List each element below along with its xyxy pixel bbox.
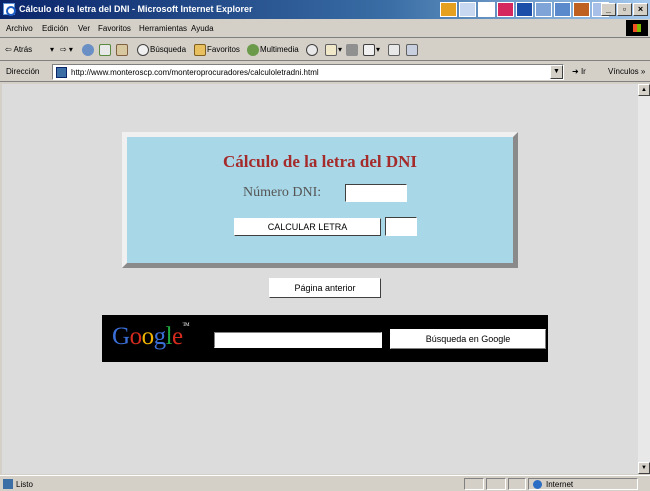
links-button[interactable]: Vínculos » bbox=[608, 67, 645, 76]
status-segment bbox=[486, 478, 506, 490]
page-icon bbox=[56, 67, 67, 78]
google-search-input[interactable] bbox=[214, 332, 382, 348]
tray-app-icon[interactable] bbox=[440, 2, 457, 17]
status-segment bbox=[464, 478, 484, 490]
google-logo-letters: Google bbox=[112, 323, 183, 350]
menu-ver[interactable]: Ver bbox=[78, 24, 90, 33]
google-logo-letter: G bbox=[112, 323, 130, 350]
tray-app-icon[interactable] bbox=[554, 2, 571, 17]
menu-bar: Archivo Edición Ver Favoritos Herramient… bbox=[0, 19, 650, 38]
tray-app-icon[interactable] bbox=[497, 2, 514, 17]
letter-output-field[interactable] bbox=[385, 217, 417, 236]
refresh-icon[interactable] bbox=[99, 44, 111, 56]
previous-page-button[interactable]: Página anterior bbox=[269, 278, 381, 298]
ie-icon bbox=[3, 3, 16, 16]
search-button[interactable]: Búsqueda bbox=[150, 45, 186, 54]
history-icon[interactable] bbox=[306, 44, 318, 56]
edit-icon[interactable] bbox=[363, 44, 375, 56]
google-search-button[interactable]: Búsqueda en Google bbox=[390, 329, 546, 349]
calculate-letter-button[interactable]: CALCULAR LETRA bbox=[234, 218, 381, 236]
google-logo-letter: o bbox=[141, 323, 155, 350]
minimize-button[interactable]: _ bbox=[601, 3, 616, 16]
globe-icon bbox=[533, 480, 542, 489]
page-viewport: Cálculo de la letra del DNI Número DNI: … bbox=[2, 84, 638, 474]
tray-app-icon[interactable] bbox=[478, 2, 495, 17]
status-text: Listo bbox=[16, 480, 33, 489]
tray-app-icon[interactable] bbox=[535, 2, 552, 17]
mail-icon[interactable] bbox=[325, 44, 337, 56]
back-dropdown-icon[interactable]: ▾ bbox=[50, 45, 54, 54]
menu-archivo[interactable]: Archivo bbox=[6, 24, 33, 33]
tray-app-icon[interactable] bbox=[516, 2, 533, 17]
edit-dropdown-icon[interactable]: ▾ bbox=[376, 45, 380, 54]
tray-app-icon[interactable] bbox=[459, 2, 476, 17]
address-url[interactable]: http://www.monteroscp.com/monteroprocura… bbox=[71, 68, 319, 77]
google-search-box: GoogleTM Búsqueda en Google bbox=[102, 315, 548, 362]
google-trademark: TM bbox=[182, 323, 190, 328]
google-logo-letter: e bbox=[172, 323, 183, 350]
page-status-icon bbox=[3, 479, 13, 489]
dni-label: Número DNI: bbox=[243, 185, 322, 200]
favorites-button[interactable]: Favoritos bbox=[207, 45, 240, 54]
discuss-icon[interactable] bbox=[388, 44, 400, 56]
window-title: Cálculo de la letra del DNI - Microsoft … bbox=[19, 4, 253, 14]
status-bar: Listo Internet bbox=[0, 475, 650, 491]
tray-app-icon[interactable] bbox=[573, 2, 590, 17]
taskbar-tray bbox=[440, 2, 609, 17]
home-icon[interactable] bbox=[116, 44, 128, 56]
go-label: Ir bbox=[580, 67, 586, 76]
multimedia-icon[interactable] bbox=[247, 44, 259, 56]
multimedia-button[interactable]: Multimedia bbox=[260, 45, 299, 54]
windows-logo-icon bbox=[626, 20, 648, 36]
dni-calculator-panel: Cálculo de la letra del DNI Número DNI: … bbox=[122, 132, 518, 268]
forward-button[interactable]: ⇨ ▾ bbox=[60, 45, 73, 54]
mail-dropdown-icon[interactable]: ▾ bbox=[338, 45, 342, 54]
menu-ayuda[interactable]: Ayuda bbox=[191, 24, 214, 33]
menu-edicion[interactable]: Edición bbox=[42, 24, 68, 33]
vertical-scrollbar[interactable]: ▲ ▼ bbox=[638, 84, 650, 474]
scroll-up-icon[interactable]: ▲ bbox=[638, 84, 650, 96]
favorites-icon[interactable] bbox=[194, 44, 206, 56]
stop-icon[interactable] bbox=[82, 44, 94, 56]
standard-toolbar: ⇦ Atrás ▾ ⇨ ▾ Búsqueda Favoritos Multime… bbox=[0, 39, 650, 61]
title-bar: Cálculo de la letra del DNI - Microsoft … bbox=[0, 0, 650, 19]
scroll-down-icon[interactable]: ▼ bbox=[638, 462, 650, 474]
search-icon[interactable] bbox=[137, 44, 149, 56]
status-segment bbox=[508, 478, 526, 490]
menu-favoritos[interactable]: Favoritos bbox=[98, 24, 131, 33]
address-bar: Dirección http://www.monteroscp.com/mont… bbox=[0, 62, 650, 82]
page-heading: Cálculo de la letra del DNI bbox=[222, 152, 418, 171]
security-zone: Internet bbox=[528, 478, 638, 490]
google-logo: GoogleTM bbox=[112, 323, 190, 351]
chevron-down-icon[interactable]: ▼ bbox=[550, 65, 563, 79]
close-button[interactable]: × bbox=[633, 3, 648, 16]
messenger-icon[interactable] bbox=[406, 44, 418, 56]
print-icon[interactable] bbox=[346, 44, 358, 56]
maximize-button[interactable]: ▫ bbox=[617, 3, 632, 16]
zone-label: Internet bbox=[546, 480, 574, 489]
google-logo-letter: o bbox=[129, 323, 143, 350]
address-input[interactable]: http://www.monteroscp.com/monteroprocura… bbox=[52, 64, 564, 80]
address-label: Dirección bbox=[6, 67, 40, 76]
go-arrow-icon: ➜ bbox=[572, 67, 581, 76]
back-button[interactable]: ⇦ Atrás bbox=[5, 45, 32, 54]
google-logo-letter: g bbox=[153, 323, 167, 350]
dni-input[interactable] bbox=[345, 184, 407, 202]
menu-herramientas[interactable]: Herramientas bbox=[139, 24, 187, 33]
go-button[interactable]: ➜ Ir bbox=[572, 67, 586, 76]
